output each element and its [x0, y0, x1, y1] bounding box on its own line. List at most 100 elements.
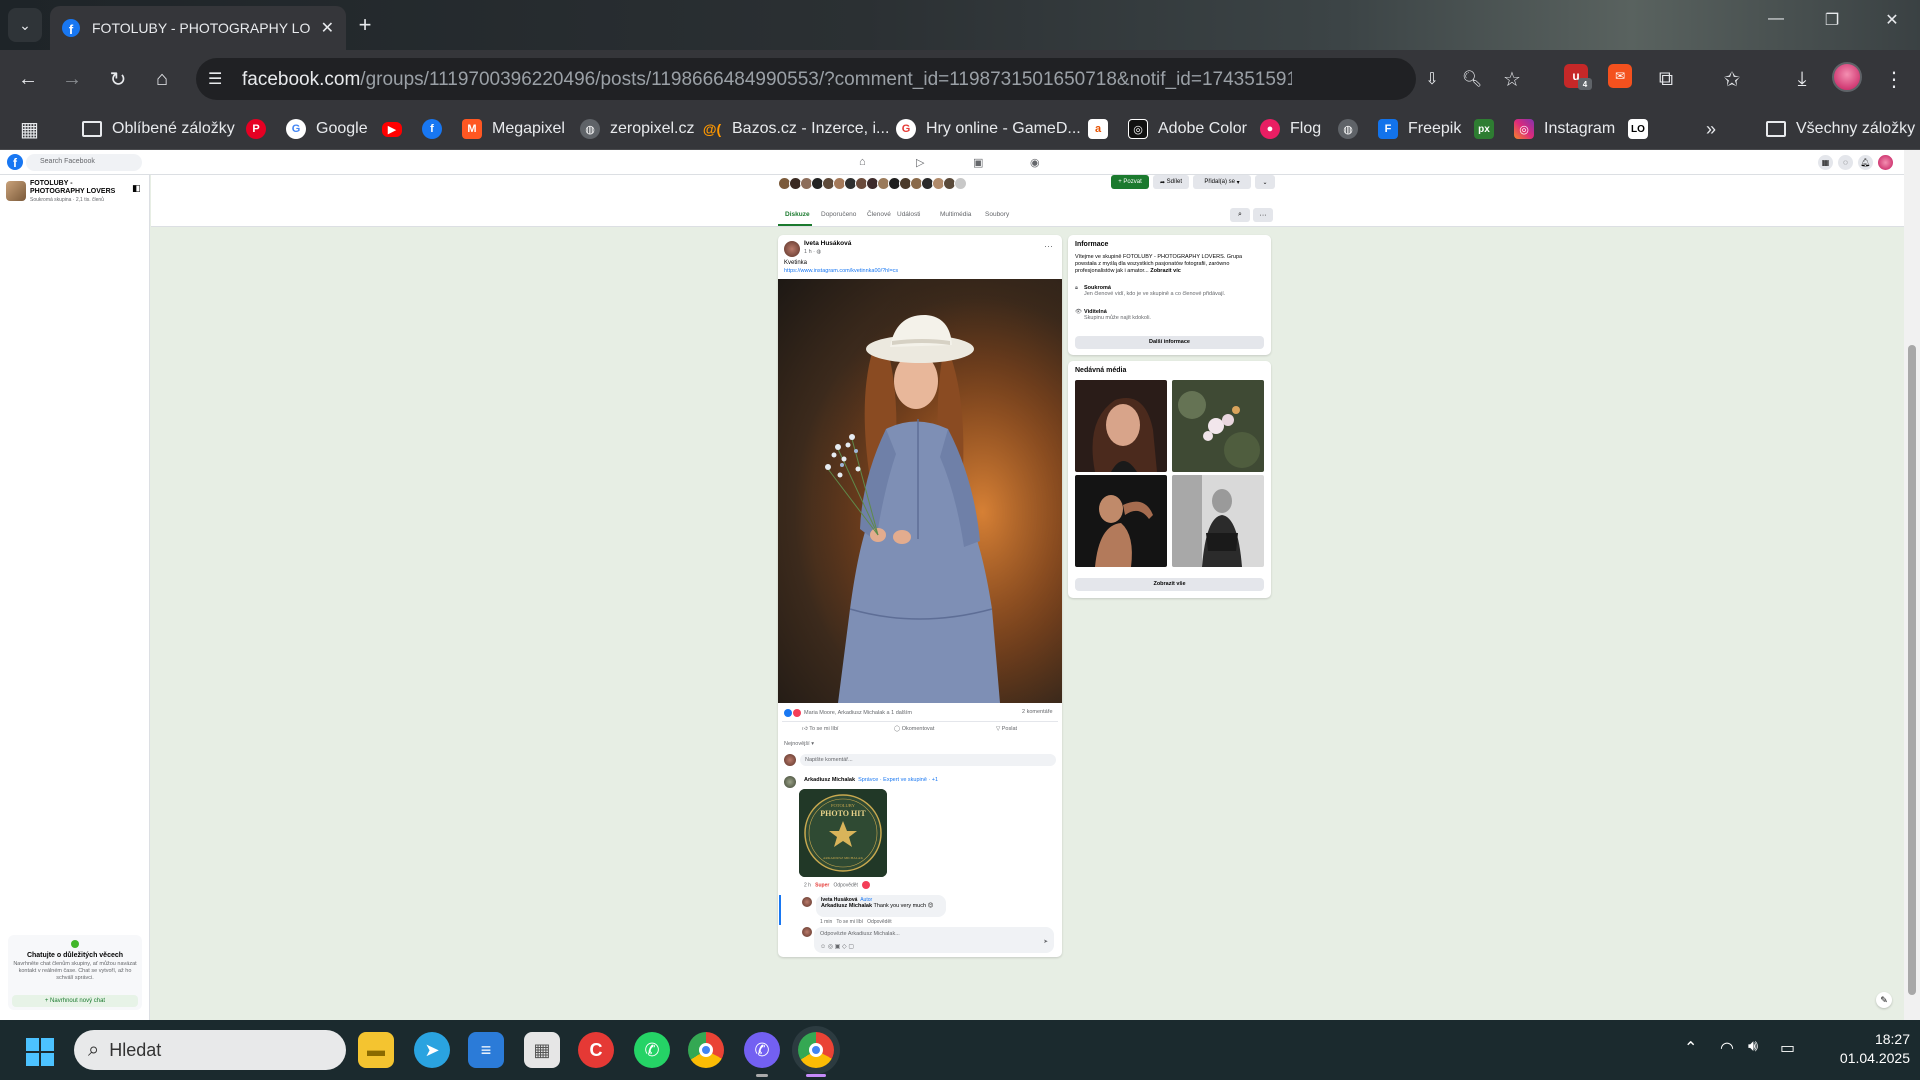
header-chevron-icon[interactable]: ⌄: [1255, 175, 1275, 189]
file-explorer-icon[interactable]: ▬: [358, 1032, 394, 1068]
commenter-avatar[interactable]: [784, 776, 796, 788]
bookmark-pinterest[interactable]: P: [246, 115, 276, 143]
reply-mention[interactable]: Arkadiusz Michalak: [821, 903, 872, 909]
menu-dots-icon[interactable]: ⋮: [1880, 65, 1908, 93]
apps-grid-icon[interactable]: ▦: [20, 115, 39, 143]
group-name[interactable]: FOTOLUBY - PHOTOGRAPHY LOVERS: [30, 180, 125, 196]
share-button[interactable]: ➦ Sdílet: [1153, 175, 1189, 189]
bookmark-flog[interactable]: ● Flog: [1260, 115, 1321, 143]
volume-icon[interactable]: 🔊︎: [1748, 1038, 1758, 1056]
all-bookmarks[interactable]: Všechny záložky: [1766, 115, 1915, 143]
scrollbar-thumb[interactable]: [1908, 345, 1916, 995]
telegram-icon[interactable]: ➤: [414, 1032, 450, 1068]
author-avatar[interactable]: [784, 241, 800, 257]
emoji-tools-icon[interactable]: ☺ ◎ ▣ ◇ ▢: [820, 943, 1048, 950]
system-clock[interactable]: 18:27 01.04.2025: [1820, 1030, 1910, 1068]
bookmark-a[interactable]: a: [1088, 115, 1118, 143]
tab-udalosti[interactable]: Události: [897, 211, 920, 218]
page-scrollbar[interactable]: [1904, 150, 1920, 1020]
restore-icon[interactable]: ❐: [1812, 10, 1852, 30]
new-chat-button[interactable]: + Navrhnout nový chat: [12, 995, 138, 1007]
member-avatars[interactable]: [778, 177, 967, 190]
bookmark-freepik[interactable]: F Freepik: [1378, 115, 1461, 143]
reply-input[interactable]: Odpovězte Arkadiusz Michalak... ☺ ◎ ▣ ◇ …: [814, 927, 1054, 953]
video-nav-icon[interactable]: ▷: [916, 156, 924, 169]
super-reaction-button[interactable]: Super: [815, 882, 829, 888]
back-icon[interactable]: ←: [14, 65, 42, 93]
wifi-icon[interactable]: ◠: [1720, 1038, 1734, 1058]
tab-clenove[interactable]: Členové: [867, 211, 891, 218]
more-bookmarks-icon[interactable]: »: [1706, 115, 1716, 143]
zoom-icon[interactable]: 🔍︎: [1458, 65, 1486, 93]
downloads-icon[interactable]: ⤓: [1788, 65, 1816, 93]
tab-diskuze[interactable]: Diskuze: [785, 211, 810, 218]
bookmark-star-icon[interactable]: ☆: [1498, 65, 1526, 93]
show-more-link[interactable]: Zobrazit víc: [1150, 268, 1181, 274]
bookmark-gamed[interactable]: G Hry online - GameD...: [896, 115, 1081, 143]
compose-message-icon[interactable]: ✎: [1876, 992, 1892, 1008]
new-tab-button[interactable]: +: [350, 10, 380, 40]
bookmark-oblibene[interactable]: Oblíbené záložky: [82, 115, 235, 143]
like-button[interactable]: 👍︎ To se mi líbí: [802, 726, 839, 732]
close-tab-icon[interactable]: ✕: [321, 18, 334, 38]
joined-button[interactable]: Přidal(a) se ▾: [1193, 175, 1251, 189]
send-button[interactable]: ▽ Poslat: [996, 726, 1017, 732]
active-tab[interactable]: f FOTOLUBY - PHOTOGRAPHY LO ✕: [50, 6, 346, 50]
group-thumbnail[interactable]: [6, 181, 26, 201]
bookmark-facebook[interactable]: f: [422, 115, 452, 143]
battery-icon[interactable]: ▭: [1780, 1038, 1795, 1058]
comments-count[interactable]: 2 komentáře: [1022, 709, 1053, 715]
microsoft-store-icon[interactable]: ▦: [524, 1032, 560, 1068]
reply-like-button[interactable]: To se mi líbí: [836, 919, 863, 925]
mail-extension-icon[interactable]: ✉: [1608, 64, 1632, 88]
facebook-search-input[interactable]: Search Facebook: [26, 154, 142, 171]
viber-icon[interactable]: ✆: [744, 1032, 780, 1068]
comment-input[interactable]: Napište komentář...: [800, 754, 1056, 766]
ccleaner-icon[interactable]: C: [578, 1032, 614, 1068]
home-icon[interactable]: ⌂: [148, 65, 176, 93]
bookmark-youtube[interactable]: ▶: [382, 115, 412, 143]
group-more-icon[interactable]: ···: [1253, 208, 1273, 222]
chrome-active-icon[interactable]: [798, 1032, 834, 1068]
comment-author[interactable]: Arkadiusz Michalak Správce · Expert ve s…: [804, 777, 938, 783]
menu-grid-icon[interactable]: ▦: [1818, 155, 1833, 170]
windows-start-icon[interactable]: [26, 1038, 54, 1066]
bookmark-globe[interactable]: ◍: [1338, 115, 1368, 143]
bookmark-instagram[interactable]: ◎ Instagram: [1514, 115, 1615, 143]
fb-profile-avatar[interactable]: [1878, 155, 1893, 170]
bookmark-px[interactable]: px: [1474, 115, 1504, 143]
notifications-icon[interactable]: 🔔︎: [1858, 155, 1873, 170]
reply-reply-button[interactable]: Odpovědět: [867, 919, 891, 925]
post-link[interactable]: https://www.instagram.com/kvetinnka00/?h…: [784, 268, 898, 274]
media-thumb-2[interactable]: [1172, 380, 1264, 472]
member-avatar[interactable]: [954, 177, 967, 190]
group-settings-icon[interactable]: ◧: [132, 183, 141, 194]
media-thumb-4[interactable]: [1172, 475, 1264, 567]
bookmark-lo[interactable]: LO: [1628, 115, 1658, 143]
close-window-icon[interactable]: ✕: [1872, 10, 1912, 30]
group-search-icon[interactable]: ⌕: [1230, 208, 1250, 222]
post-more-icon[interactable]: ···: [1044, 241, 1053, 251]
tab-soubory[interactable]: Soubory: [985, 211, 1009, 218]
media-thumb-1[interactable]: [1075, 380, 1167, 472]
bookmark-google[interactable]: G Google: [286, 115, 368, 143]
post-photo[interactable]: [778, 279, 1062, 703]
post-author[interactable]: Iveta Husáková: [804, 240, 851, 247]
bookmark-zeropixel[interactable]: ◍ zeropixel.cz: [580, 115, 694, 143]
send-reply-icon[interactable]: ➤: [1043, 939, 1048, 945]
tab-multimedia[interactable]: Multimédia: [940, 211, 971, 218]
facebook-logo-icon[interactable]: f: [7, 154, 23, 170]
show-hidden-icons[interactable]: ⌃: [1684, 1038, 1697, 1058]
profile-avatar[interactable]: [1832, 62, 1862, 92]
invite-button[interactable]: + Pozvat: [1111, 175, 1149, 189]
install-app-icon[interactable]: ⇩: [1418, 65, 1446, 93]
taskbar-search[interactable]: ⌕ Hledat: [74, 1030, 346, 1070]
reply-author-avatar[interactable]: [802, 897, 812, 907]
groups-nav-icon[interactable]: ◉: [1030, 156, 1040, 169]
extensions-puzzle-icon[interactable]: ⧉: [1652, 65, 1680, 93]
bookmark-megapixel[interactable]: M Megapixel: [462, 115, 565, 143]
post-reactions[interactable]: Maria Moore, Arkadiusz Michalak a 1 dalš…: [784, 709, 912, 717]
notepad-icon[interactable]: ≡: [468, 1032, 504, 1068]
bookmark-bazos[interactable]: @(Bazos.cz - Inzerce, i...: [702, 115, 890, 143]
messenger-icon[interactable]: ◌: [1838, 155, 1853, 170]
